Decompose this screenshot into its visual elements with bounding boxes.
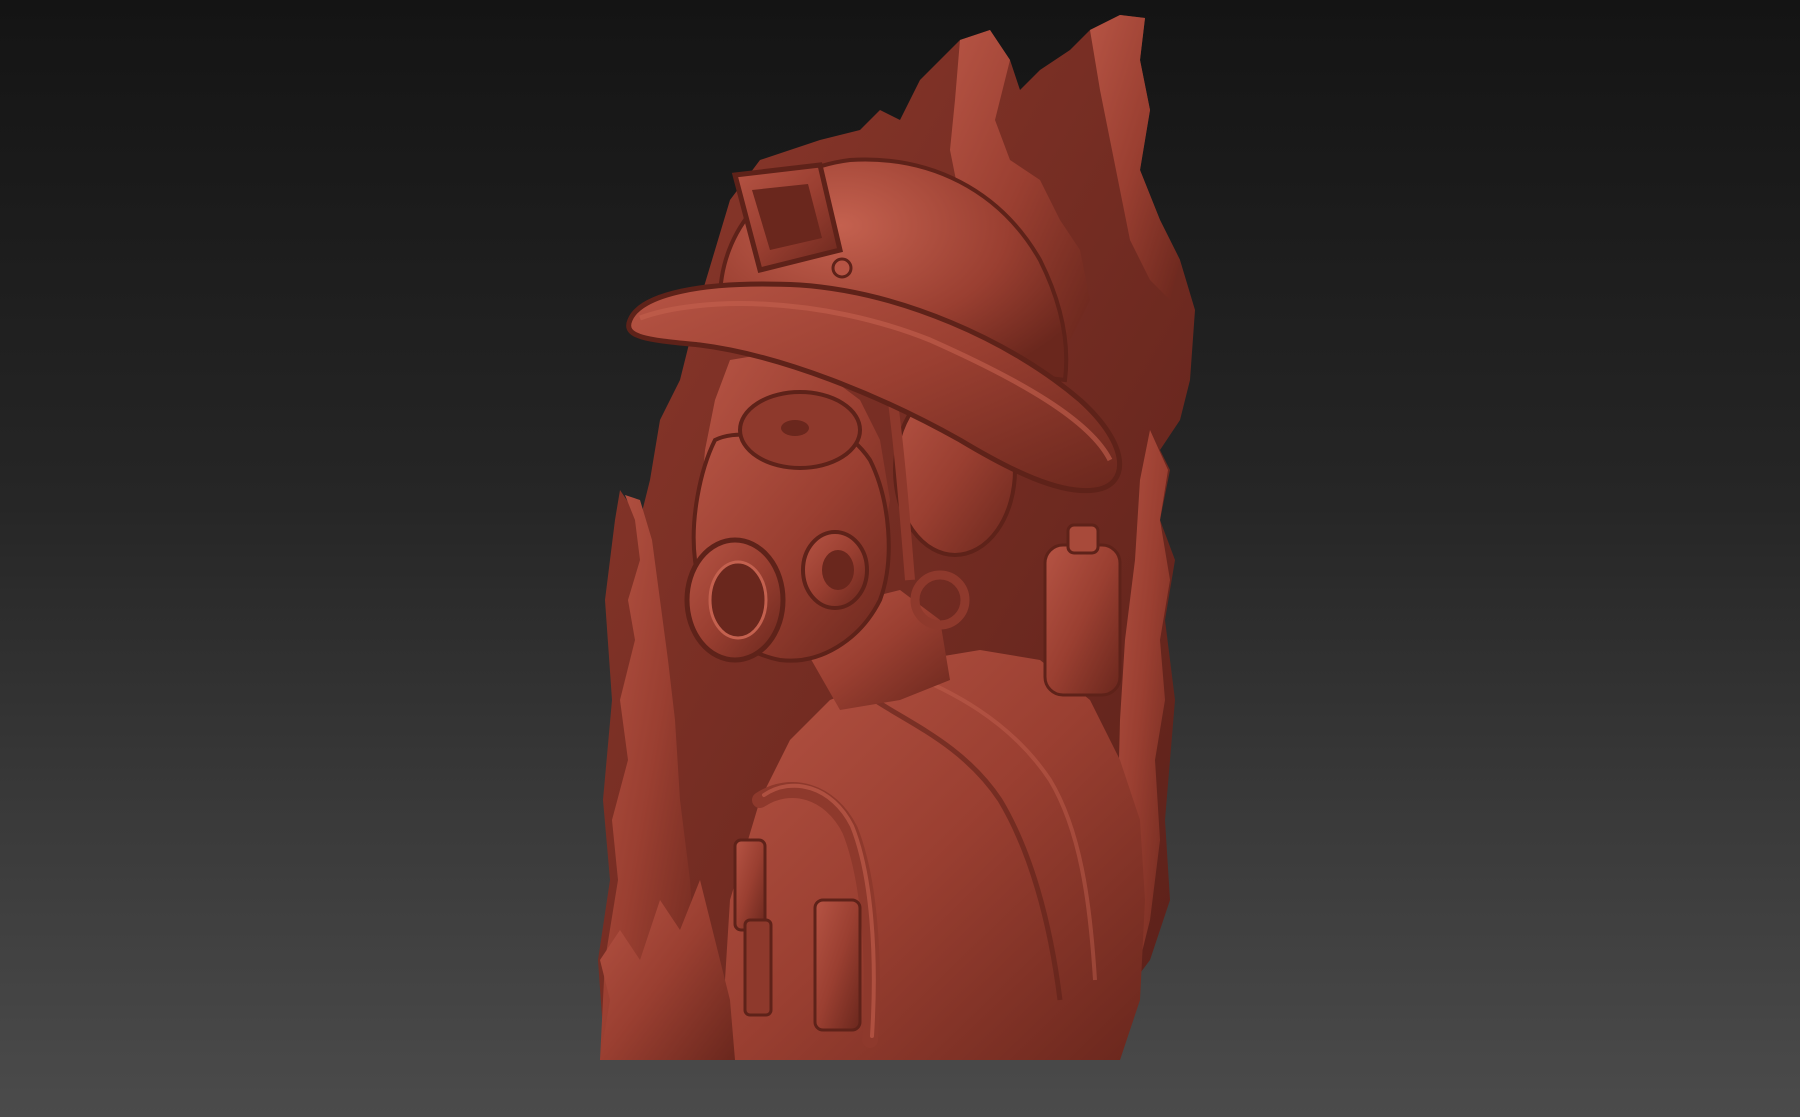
- 3d-viewport[interactable]: [0, 0, 1800, 1117]
- air-tank: [1043, 543, 1122, 697]
- firefighter-relief-model[interactable]: [0, 0, 1800, 1117]
- filter-cartridge-side-inner: [822, 550, 854, 590]
- radio-tool: [733, 838, 767, 932]
- air-tank-valve: [1066, 523, 1100, 555]
- pocket-clip: [813, 898, 862, 1032]
- helmet-bolt: [831, 257, 853, 279]
- eye: [781, 420, 809, 436]
- flashlight-tool: [743, 918, 773, 1017]
- filter-cartridge-front-inner: [708, 560, 768, 640]
